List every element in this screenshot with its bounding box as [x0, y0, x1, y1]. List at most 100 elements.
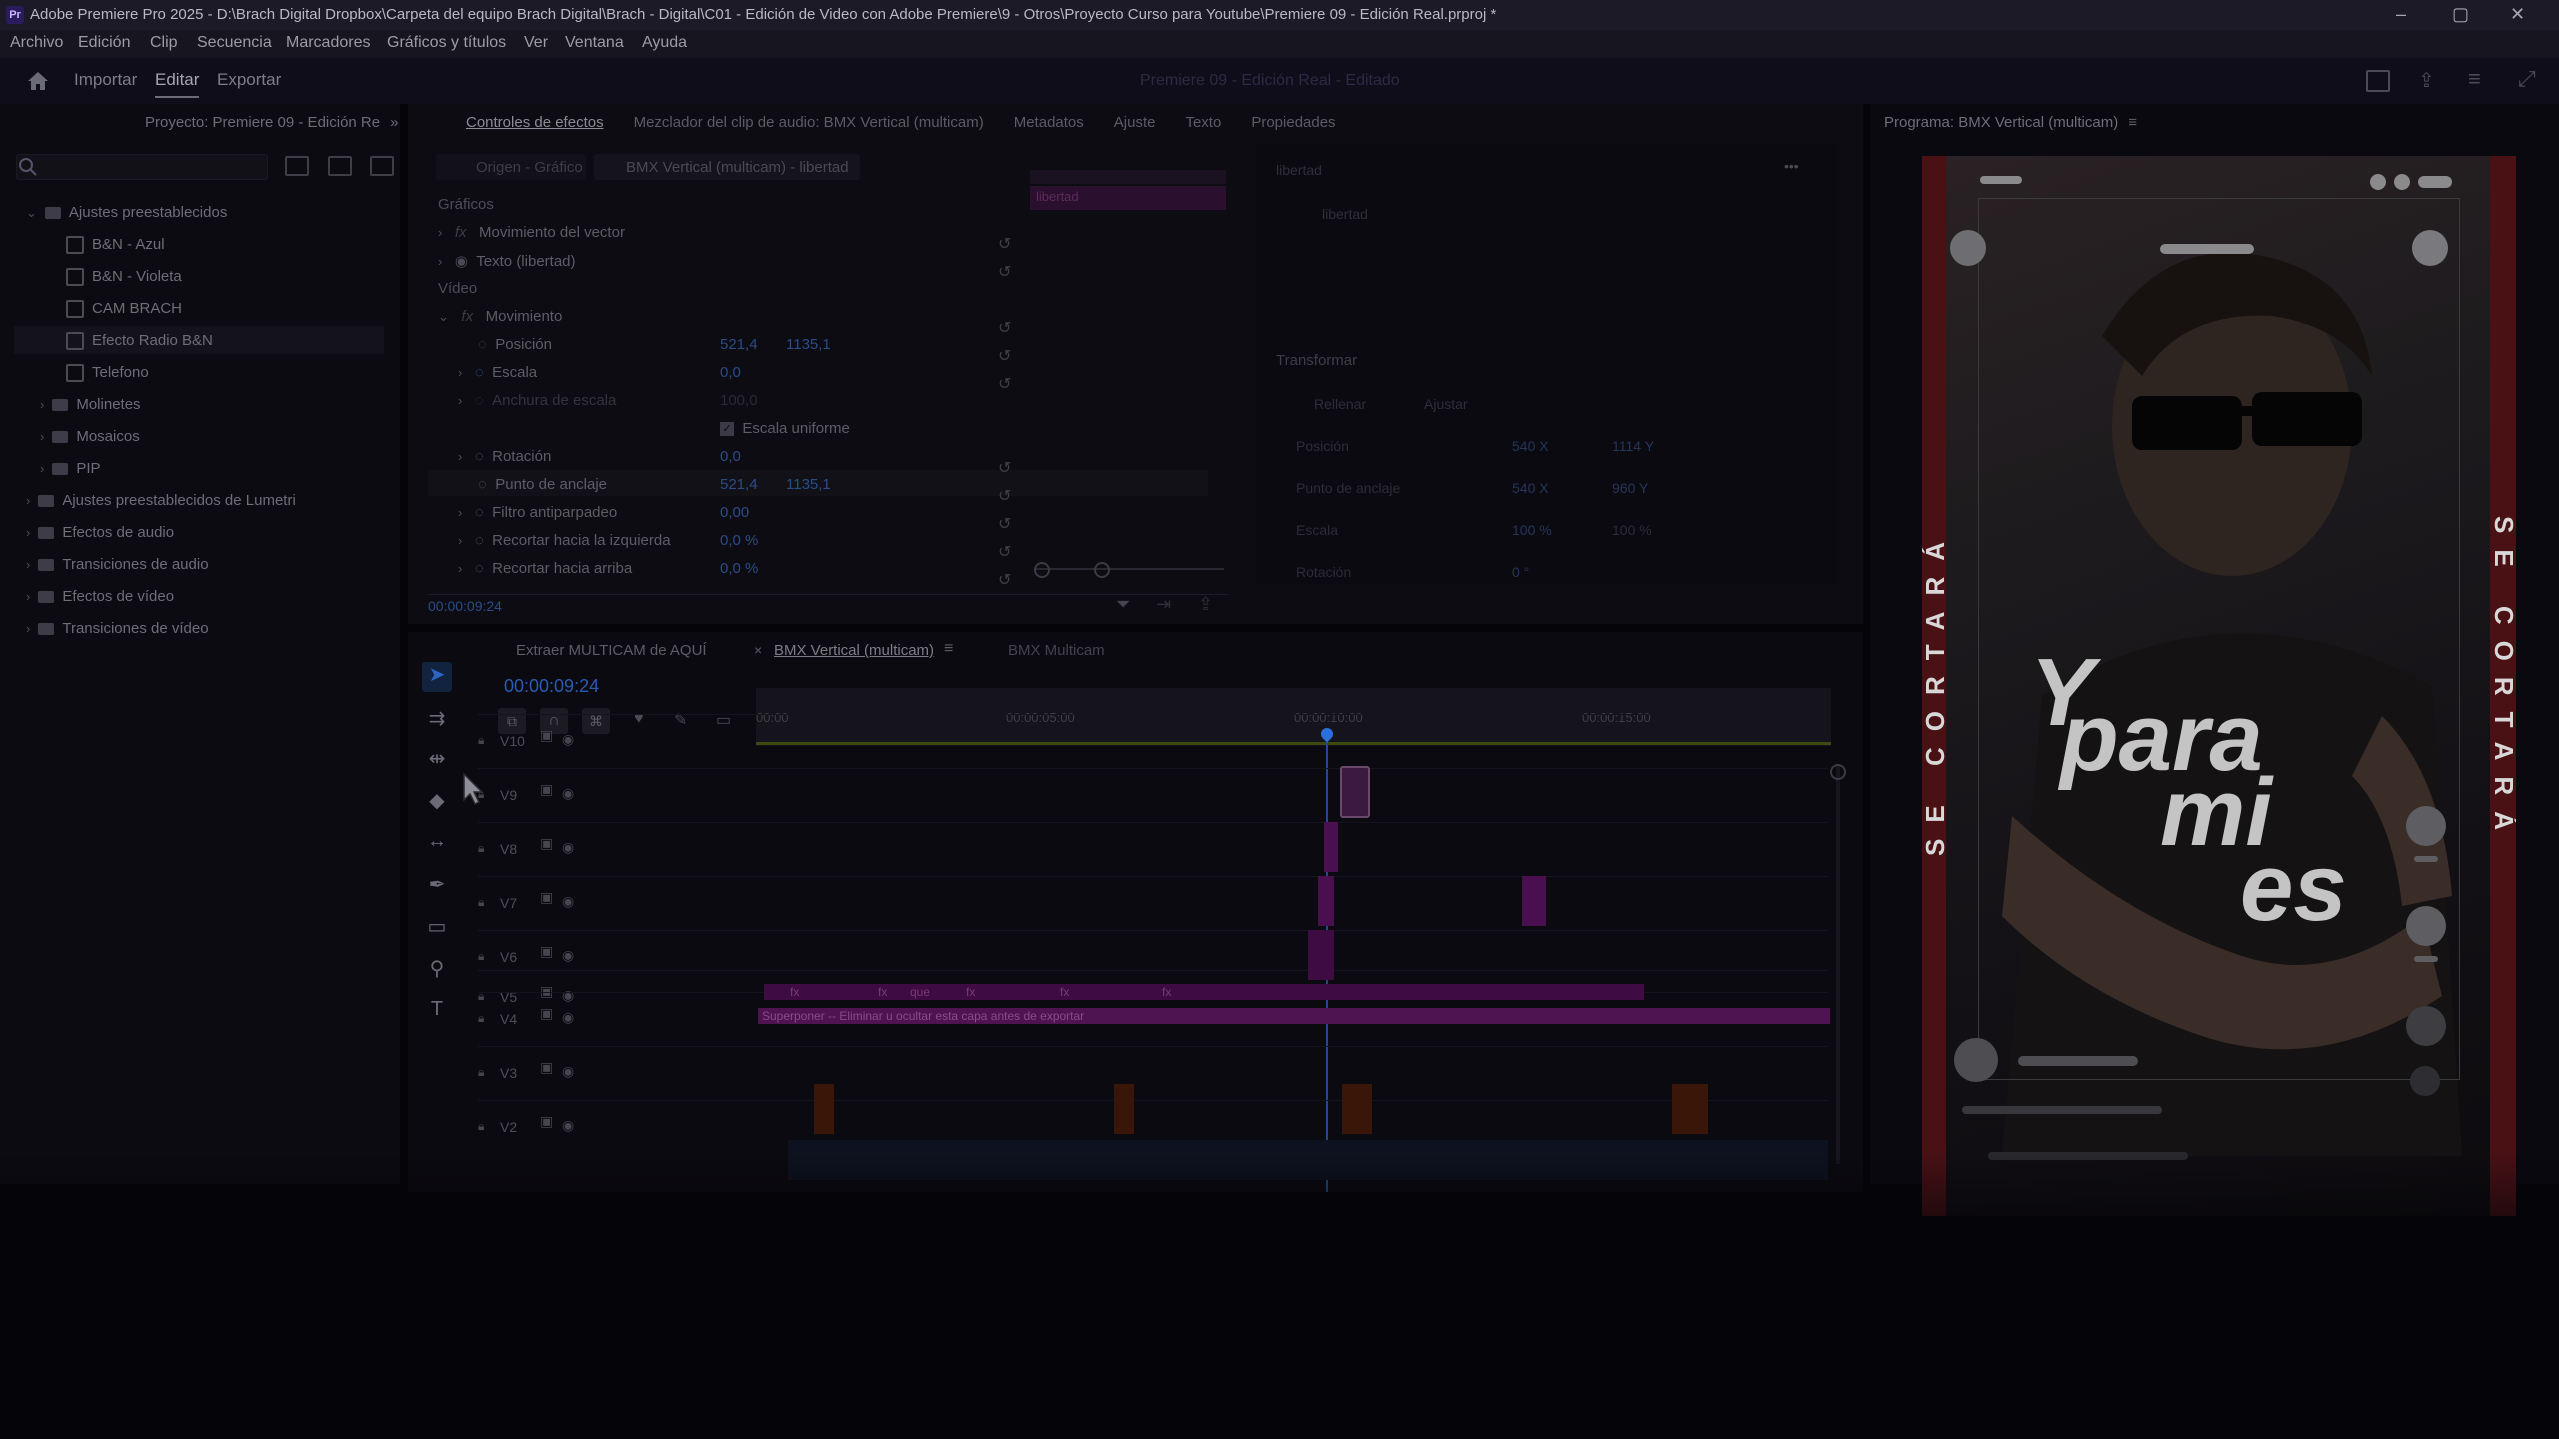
close-tab-icon[interactable]: × [754, 642, 762, 658]
sync-lock-icon[interactable]: ▣ [540, 889, 553, 906]
timeline-vertical-scrollbar[interactable] [1836, 764, 1840, 1164]
maximize-button[interactable]: ▢ [2452, 4, 2469, 25]
stopwatch-icon[interactable]: ◌ [478, 336, 487, 353]
toggle-output-eye-icon[interactable]: ◉ [562, 785, 574, 802]
lock-track-icon[interactable]: 🔒︎ [478, 841, 484, 856]
clip-v9[interactable] [1324, 822, 1338, 872]
fx-row-vector-motion[interactable]: › fx Movimiento del vector [438, 224, 625, 241]
menu-marcadores[interactable]: Marcadores [286, 34, 370, 52]
pen-tool-icon[interactable]: ✒ [422, 872, 452, 902]
sync-lock-icon[interactable]: ▣ [540, 1059, 553, 1076]
share-icon[interactable]: ⇪ [2418, 68, 2435, 93]
clip-v3[interactable] [1672, 1084, 1708, 1134]
anchor-y-value[interactable]: 1135,1 [786, 476, 831, 493]
project-panel-title[interactable]: Proyecto: Premiere 09 - Edición Re [145, 114, 380, 131]
prop-anchor-x[interactable]: 540 X [1512, 480, 1549, 496]
flicker-value[interactable]: 0,00 [720, 504, 749, 521]
tree-item-folder[interactable]: › Mosaicos [40, 428, 140, 445]
track-row[interactable]: 🔒︎ V7 ▣ ◉ [478, 876, 1828, 931]
tree-item-preset[interactable]: B&N - Violeta [62, 268, 182, 287]
menu-secuencia[interactable]: Secuencia [197, 34, 272, 52]
toggle-output-eye-icon[interactable]: ◉ [562, 893, 574, 910]
sync-lock-icon[interactable]: ▣ [540, 835, 553, 852]
source-graphic-tab[interactable]: Origen - Gráfico [436, 154, 586, 180]
new-preset-bin-icon[interactable] [285, 156, 309, 176]
clip-v3[interactable] [814, 1084, 834, 1134]
workspace-exportar[interactable]: Exportar [217, 70, 281, 90]
eye-icon[interactable]: ◉ [455, 253, 468, 270]
param-flicker-filter[interactable]: › ◌ Filtro antiparpadeo [458, 504, 617, 521]
tree-item-preset[interactable]: Telefono [62, 364, 149, 383]
lock-track-icon[interactable]: 🔒︎ [478, 787, 484, 802]
toggle-output-eye-icon[interactable]: ◉ [562, 839, 574, 856]
param-scale-width[interactable]: › ◌ Anchura de escala [458, 392, 616, 409]
transform-section-title[interactable]: Transformar [1276, 352, 1357, 369]
reset-icon[interactable]: ↺ [998, 458, 1011, 478]
new-bin-icon[interactable] [328, 156, 352, 176]
crop-top-value[interactable]: 0,0 % [720, 560, 758, 577]
tree-item-folder[interactable]: › PIP [40, 460, 101, 477]
reset-icon[interactable]: ↺ [998, 318, 1011, 338]
position-x-value[interactable]: 521,4 [720, 336, 758, 353]
tab-menu-icon[interactable]: ≡ [944, 640, 953, 658]
razor-tool-icon[interactable]: ◆ [422, 788, 452, 818]
program-monitor-title[interactable]: Programa: BMX Vertical (multicam) [1884, 114, 2118, 131]
tree-item-folder[interactable]: › Efectos de audio [26, 524, 174, 541]
ripple-edit-icon[interactable]: ⇹ [422, 746, 452, 776]
stopwatch-active-icon[interactable]: ◌ [475, 364, 484, 381]
param-scale[interactable]: › ◌ Escala [458, 364, 537, 381]
sync-lock-icon[interactable]: ▣ [540, 1005, 553, 1022]
track-row[interactable]: 🔒︎ V9 ▣ ◉ [478, 768, 1828, 823]
tree-item-preset-selected[interactable]: Efecto Radio B&N [62, 332, 213, 351]
tab-texto[interactable]: Texto [1185, 114, 1221, 131]
filter-icon[interactable]: ⏷ [1116, 594, 1130, 615]
panel-expand-icon[interactable]: » [390, 114, 398, 131]
program-video-frame[interactable]: Y para mi es SE CORTARÁ SE CORTARÁ [1922, 156, 2516, 1216]
minimize-button[interactable]: – [2396, 4, 2406, 25]
timeline-timecode[interactable]: 00:00:09:24 [504, 676, 599, 697]
tab-sequence-bmx-multicam[interactable]: BMX Multicam [1008, 642, 1105, 659]
panel-menu-icon[interactable]: ≡ [2128, 114, 2137, 131]
lock-track-icon[interactable]: 🔒︎ [478, 733, 484, 748]
clip-v8[interactable] [1318, 876, 1334, 926]
tab-ajuste[interactable]: Ajuste [1114, 114, 1156, 131]
toggle-output-eye-icon[interactable]: ◉ [562, 947, 574, 964]
toggle-output-eye-icon[interactable]: ◉ [562, 731, 574, 748]
toggle-output-eye-icon[interactable]: ◉ [562, 1009, 574, 1026]
toggle-output-eye-icon[interactable]: ◉ [562, 1117, 574, 1134]
prop-rotation-value[interactable]: 0 ° [1512, 564, 1529, 580]
lock-track-icon[interactable]: 🔒︎ [478, 1011, 484, 1026]
reset-icon[interactable]: ↺ [998, 262, 1011, 282]
sync-lock-icon[interactable]: ▣ [540, 781, 553, 798]
tab-sequence-extract[interactable]: Extraer MULTICAM de AQUÍ [516, 642, 707, 659]
ec-zoom-handle-left[interactable] [1034, 562, 1050, 578]
ec-zoom-slider[interactable] [1034, 568, 1224, 570]
menu-ver[interactable]: Ver [524, 34, 548, 52]
selection-tool-icon[interactable]: ➤ [422, 662, 452, 692]
fullscreen-icon[interactable]: ⤢ [2518, 66, 2536, 92]
track-row[interactable]: 🔒︎ V3 ▣ ◉ [478, 1046, 1828, 1101]
lock-track-icon[interactable]: 🔒︎ [478, 1119, 484, 1134]
anchor-x-value[interactable]: 521,4 [720, 476, 758, 493]
uniform-scale-checkbox[interactable]: ✓ Escala uniforme [720, 420, 850, 437]
tree-item-preset[interactable]: B&N - Azul [62, 236, 165, 255]
rotation-value[interactable]: 0,0 [720, 448, 741, 465]
rectangle-tool-icon[interactable]: ▭ [422, 914, 452, 944]
type-tool-icon[interactable]: T [422, 998, 452, 1028]
reset-icon[interactable]: ↺ [998, 514, 1011, 534]
menu-graficos-titulos[interactable]: Gráficos y títulos [387, 34, 506, 52]
hand-zoom-tool-icon[interactable]: ⚲ [422, 956, 452, 986]
clip-v8b[interactable] [1522, 876, 1546, 926]
menu-edicion[interactable]: Edición [78, 34, 130, 52]
tree-item-folder[interactable]: › Ajustes preestablecidos de Lumetri [26, 492, 296, 509]
fill-button[interactable]: Rellenar [1314, 396, 1366, 412]
tree-item-ajustes[interactable]: ⌄ Ajustes preestablecidos [26, 204, 227, 221]
prop-scale-w[interactable]: 100 % [1512, 522, 1552, 538]
workspace-layout-icon[interactable] [2366, 70, 2390, 92]
reset-icon[interactable]: ↺ [998, 374, 1011, 394]
tab-sequence-bmx-vertical[interactable]: BMX Vertical (multicam) [774, 642, 934, 659]
tree-item-folder[interactable]: › Molinetes [40, 396, 141, 413]
scale-width-value[interactable]: 100,0 [720, 392, 758, 409]
track-row[interactable]: 🔒︎ V10 ▣ ◉ [478, 714, 1828, 769]
tab-audio-clip-mixer[interactable]: Mezclador del clip de audio: BMX Vertica… [634, 114, 984, 131]
